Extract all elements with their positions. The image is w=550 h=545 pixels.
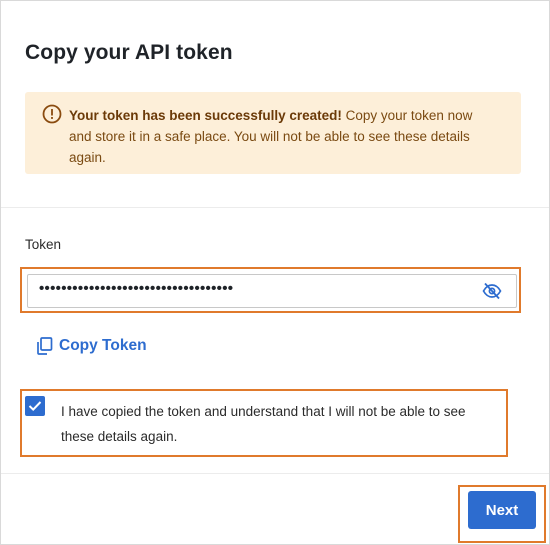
footer-divider [1, 473, 549, 474]
alert-line2: and store it in a safe place. You will n… [69, 129, 470, 144]
confirmation-highlight [20, 389, 508, 457]
dialog-title: Copy your API token [25, 41, 233, 64]
api-token-dialog: Copy your API token Your token has been … [0, 0, 550, 545]
warning-circle-icon [42, 104, 62, 124]
divider [1, 207, 549, 208]
success-alert: Your token has been successfully created… [25, 92, 521, 174]
token-field-highlight [20, 267, 521, 313]
copy-icon [36, 337, 53, 355]
alert-line1: Copy your token now [341, 108, 473, 123]
copy-token-link[interactable]: Copy Token [36, 335, 147, 357]
copy-token-label: Copy Token [59, 337, 147, 354]
token-label: Token [25, 237, 62, 252]
alert-strong-text: Your token has been successfully created… [69, 108, 342, 123]
alert-line3: again. [69, 150, 106, 165]
next-button-highlight [458, 485, 546, 543]
alert-message: Your token has been successfully created… [69, 105, 509, 126]
